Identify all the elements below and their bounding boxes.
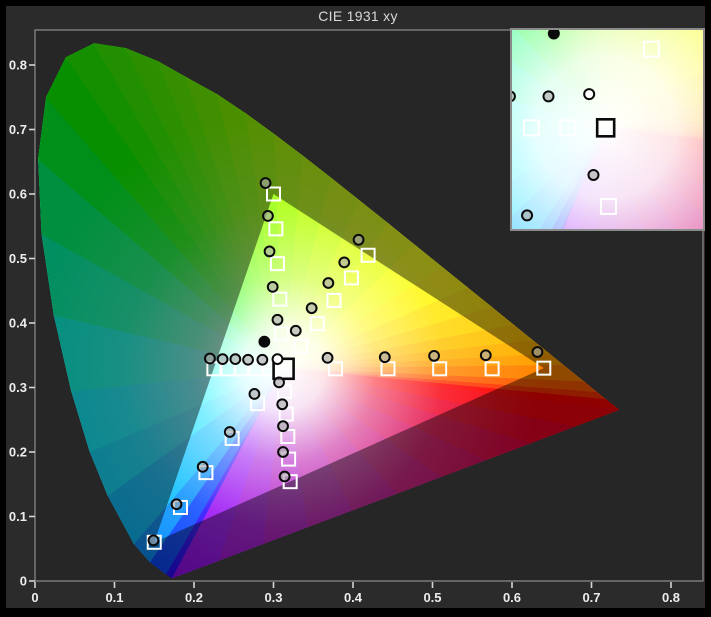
x-tick-label: 0.5 xyxy=(423,590,441,605)
measured-circle-yellow xyxy=(352,233,365,246)
y-tick-label: 0.3 xyxy=(9,380,27,395)
measured-circle-magenta xyxy=(277,420,289,433)
measured-circle-red xyxy=(479,349,492,362)
measured-circle-yellow xyxy=(322,277,335,289)
y-tick-label: 0.1 xyxy=(9,509,27,524)
x-tick-label: 0.4 xyxy=(344,590,363,605)
measured-circle-red xyxy=(428,349,440,362)
x-tick-label: 0.2 xyxy=(185,590,203,605)
x-tick-label: 0.7 xyxy=(582,590,600,605)
target-square-green xyxy=(592,0,607,14)
measured-circle-red xyxy=(321,351,334,364)
x-tick-label: 0.6 xyxy=(503,590,521,605)
measured-circle-yellow xyxy=(338,256,351,269)
measured-circle-blue xyxy=(170,498,183,511)
measured-circle-green xyxy=(266,280,279,293)
measured-circle-cyan xyxy=(216,353,229,366)
measured-circle-green xyxy=(263,245,276,258)
cie-1931-chromaticity-chart: 0 0.1 0.2 0.3 0.4 0.5 0.6 0.7 0.8 0 0.1 0.2 0.3 0.4 0.… xyxy=(9,0,705,617)
measured-circle-red xyxy=(378,351,391,364)
y-tick-label: 0.8 xyxy=(9,58,27,73)
measured-circle-blue xyxy=(223,426,236,438)
measured-circle-cyan xyxy=(242,353,254,366)
measured-circle-green xyxy=(271,313,284,326)
measured-circle-blue xyxy=(521,209,534,222)
x-tick-label: 0.3 xyxy=(264,590,282,605)
measured-circle-green xyxy=(259,177,272,189)
measured-circle-green xyxy=(262,210,274,222)
y-tick-label: 0.6 xyxy=(9,187,27,202)
measured-circle-blue xyxy=(196,460,209,473)
x-tick-label: 0.8 xyxy=(662,590,680,605)
measured-circle-blue xyxy=(248,388,261,400)
x-tick-label: 0.1 xyxy=(105,590,123,605)
y-tick-label: 0.2 xyxy=(9,445,27,460)
y-tick-label: 0.7 xyxy=(9,122,27,137)
y-tick-label: 0.5 xyxy=(9,251,27,266)
measured-circle-cyan xyxy=(256,353,269,366)
measured-circle-magenta xyxy=(276,398,289,411)
measured-circle-cyan xyxy=(542,90,555,103)
measured-circle-cyan xyxy=(204,352,216,365)
current-sample-dot xyxy=(258,335,271,348)
measured-circle-blue xyxy=(312,594,322,604)
measured-circle-magenta xyxy=(273,376,285,389)
measured-circle-magenta xyxy=(278,470,291,483)
white-point-measured-circle xyxy=(271,353,284,366)
white-point-measured-circle xyxy=(583,88,596,101)
y-tick-label: 0.4 xyxy=(9,316,28,331)
measured-circle-magenta xyxy=(277,446,289,458)
measured-circle-magenta xyxy=(587,168,600,181)
y-tick-label: 0 xyxy=(20,574,27,589)
measured-circle-yellow xyxy=(305,302,318,315)
measured-circle-yellow xyxy=(289,324,302,337)
measured-circle-blue xyxy=(147,534,160,547)
x-tick-label: 0 xyxy=(31,590,38,605)
target-square-blue xyxy=(320,603,335,617)
measured-circle-cyan xyxy=(229,353,242,366)
measured-circle-red xyxy=(531,346,544,358)
